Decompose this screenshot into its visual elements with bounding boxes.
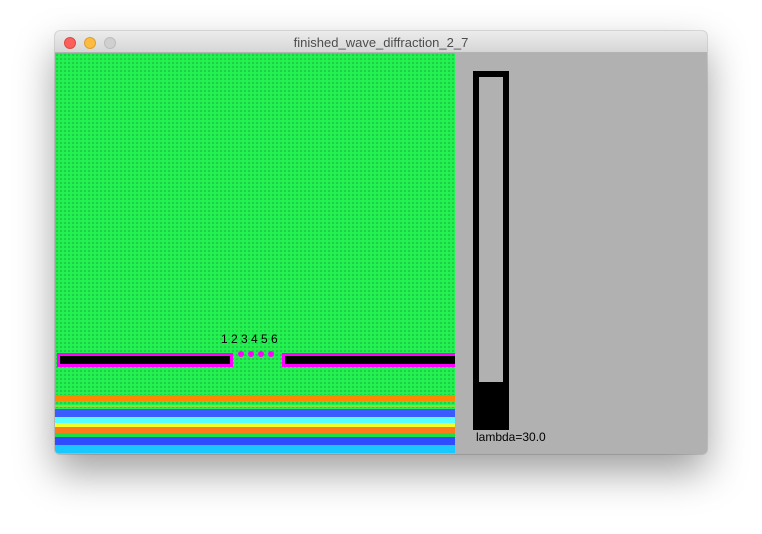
slit-label-6: 6	[271, 332, 278, 346]
wave-band	[55, 395, 455, 401]
slit-label-1: 1	[221, 332, 228, 346]
control-panel: lambda=30.0	[455, 53, 707, 454]
wave-band	[55, 405, 455, 407]
slit-label-2: 2	[231, 332, 238, 346]
lambda-slider-fill[interactable]	[479, 382, 503, 424]
barrier-left	[57, 353, 233, 367]
wave-simulation-canvas[interactable]: 1 2 3 4 5 6	[55, 53, 455, 453]
slit-label-3: 3	[241, 332, 248, 346]
app-window: finished_wave_diffraction_2_7 1 2 3 4 5 …	[55, 31, 707, 454]
wave-band	[55, 437, 455, 445]
wave-band	[55, 409, 455, 417]
wave-band	[55, 445, 455, 453]
lambda-slider[interactable]	[473, 71, 509, 430]
title-bar[interactable]: finished_wave_diffraction_2_7	[55, 31, 707, 53]
window-title: finished_wave_diffraction_2_7	[293, 35, 469, 50]
slit-point	[258, 351, 264, 357]
slit-label-5: 5	[261, 332, 268, 346]
lambda-label: lambda=30.0	[476, 430, 546, 444]
barrier-right	[282, 353, 455, 367]
slit-point	[248, 351, 254, 357]
slit-label-4: 4	[251, 332, 258, 346]
slit-point	[268, 351, 274, 357]
slit-point	[238, 351, 244, 357]
